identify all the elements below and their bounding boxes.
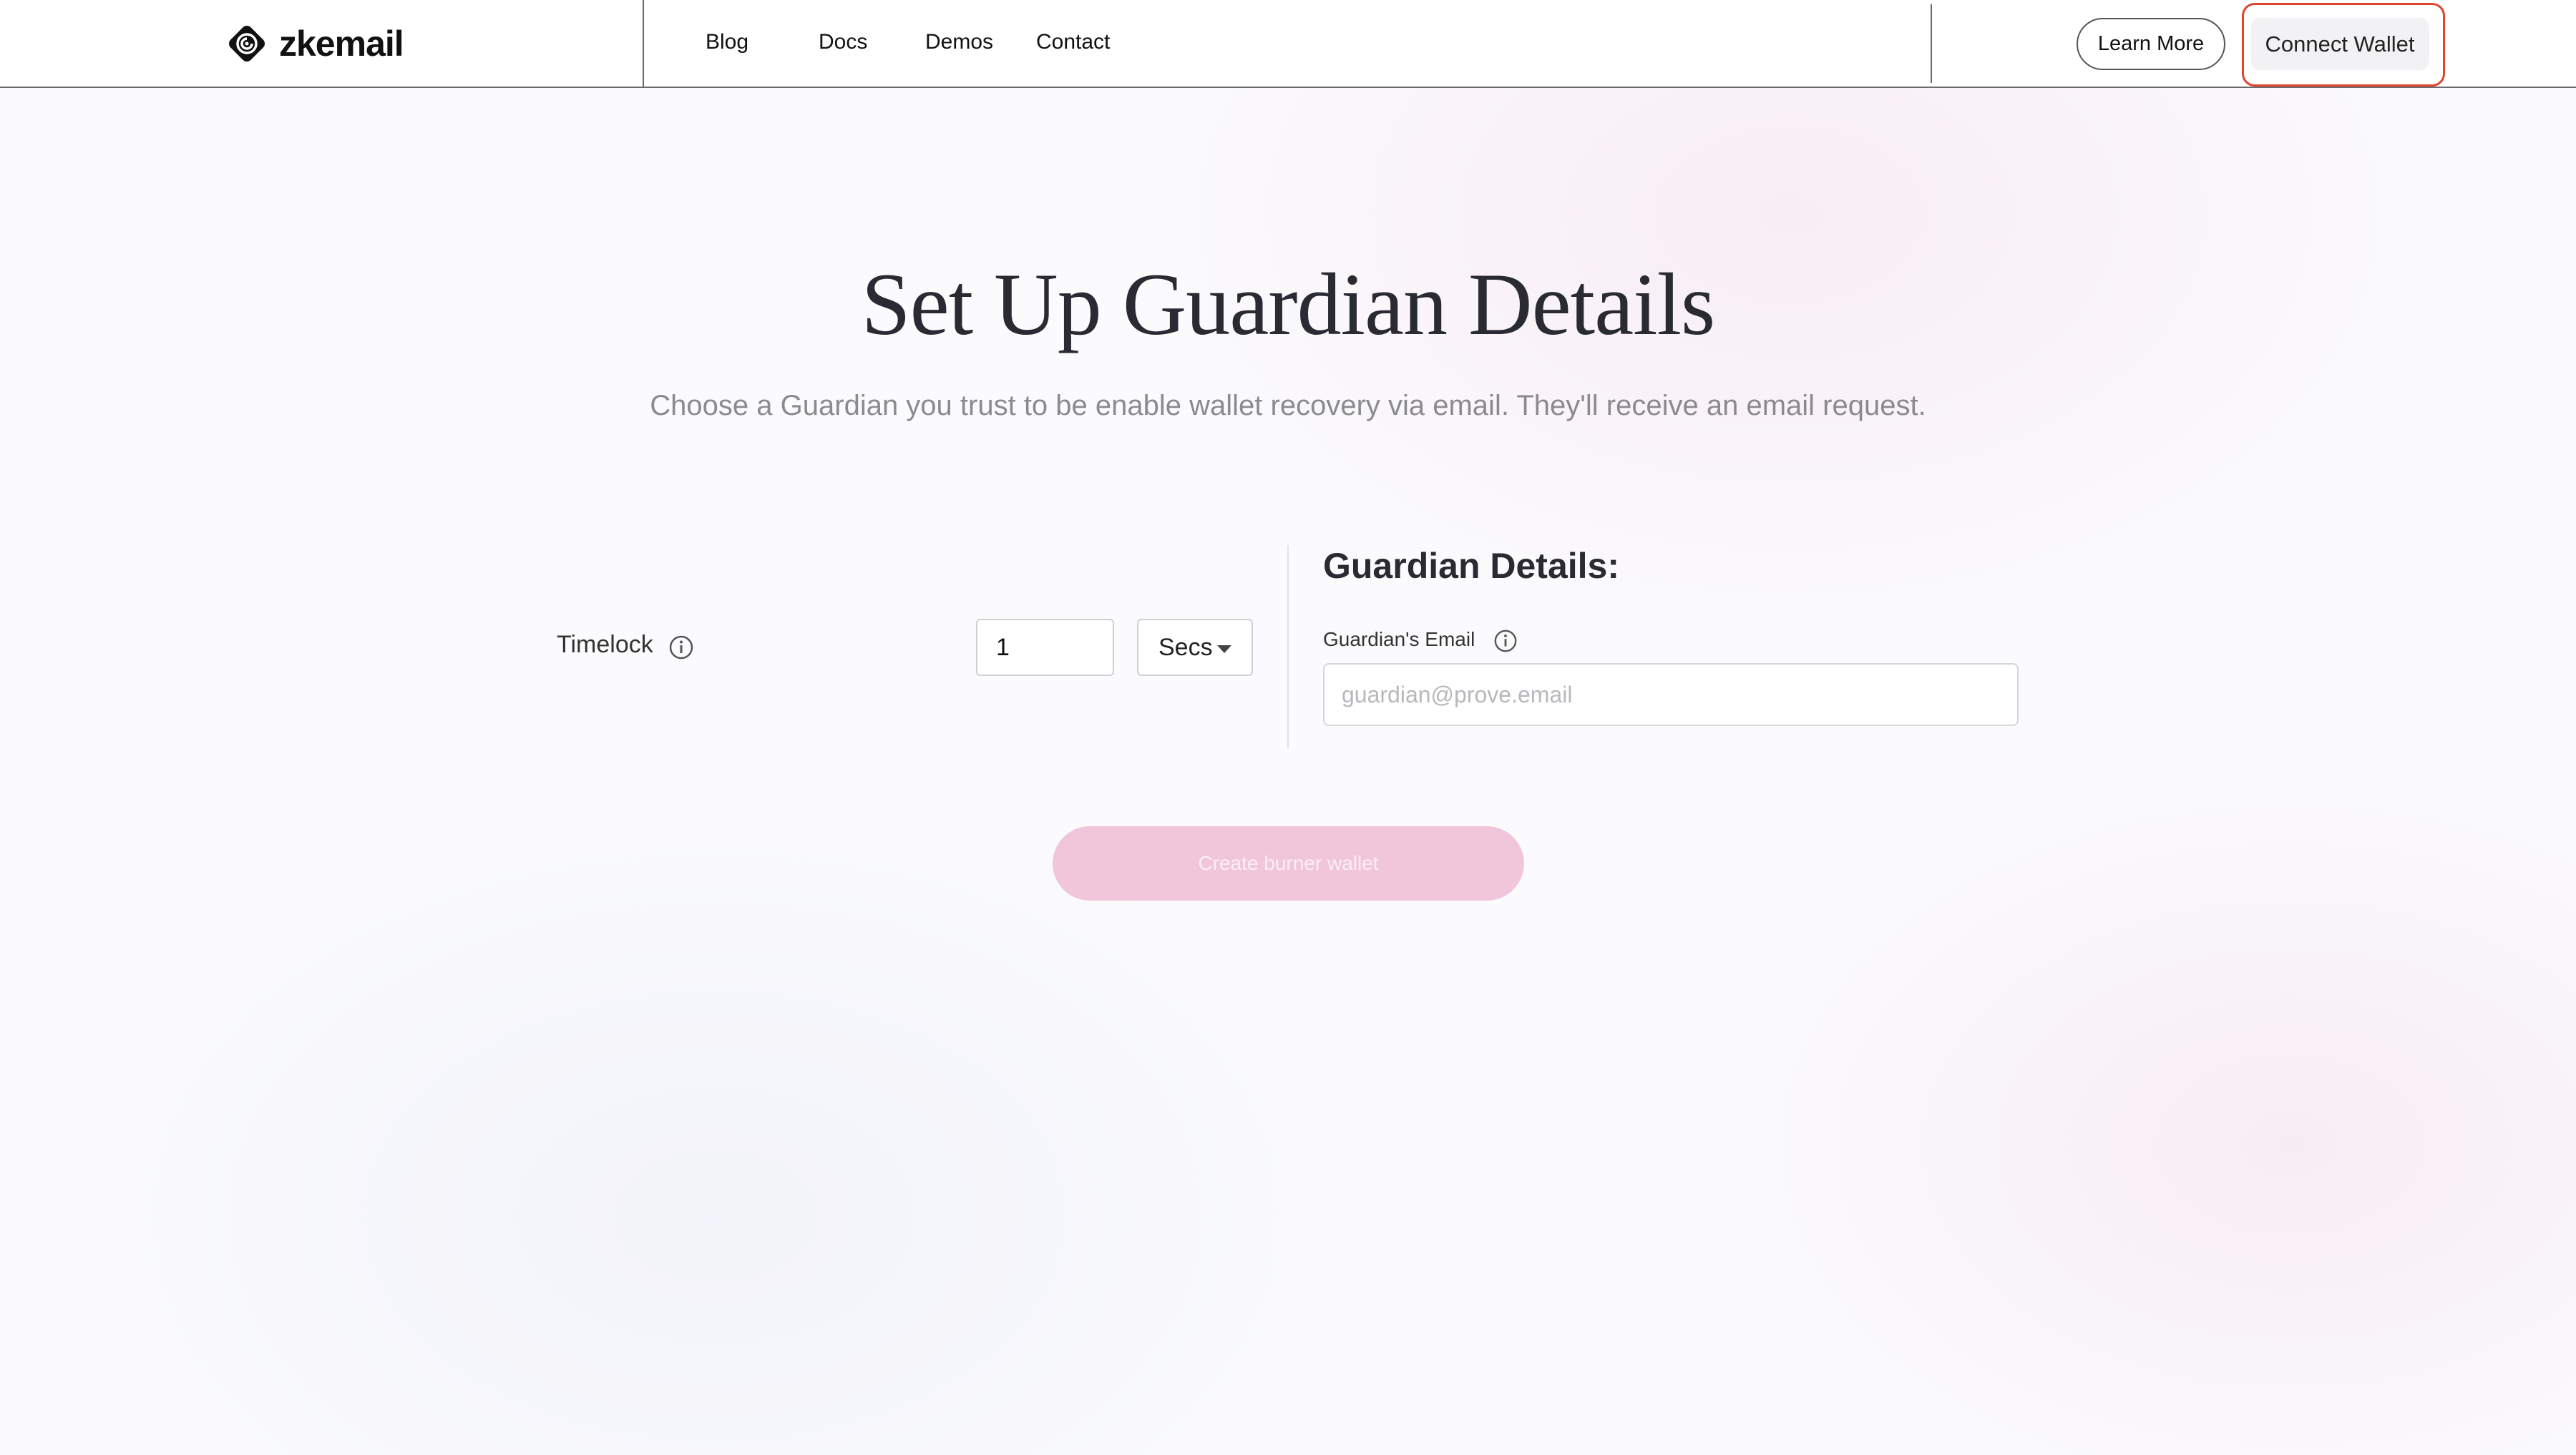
timelock-unit-select[interactable]: Secs <box>1137 619 1253 676</box>
nav-link-blog[interactable]: Blog <box>706 30 748 54</box>
form-divider <box>1287 545 1289 748</box>
timelock-value-input[interactable] <box>976 619 1114 676</box>
page-subtitle: Choose a Guardian you trust to be enable… <box>650 390 1926 421</box>
guardian-email-info-icon[interactable] <box>1493 629 1518 653</box>
timelock-unit-value: Secs <box>1158 633 1213 661</box>
create-burner-wallet-button[interactable]: Create burner wallet <box>1053 826 1524 901</box>
timelock-info-icon[interactable] <box>668 635 694 660</box>
connect-wallet-button[interactable]: Connect Wallet <box>2250 18 2429 70</box>
navbar-divider-right <box>1931 4 1932 83</box>
learn-more-button[interactable]: Learn More <box>2077 18 2225 70</box>
timelock-label: Timelock <box>557 631 653 658</box>
brand-name: zkemail <box>279 24 404 64</box>
navbar-divider-left <box>643 0 644 87</box>
guardian-details-heading: Guardian Details: <box>1323 546 1619 586</box>
nav-link-contact[interactable]: Contact <box>1036 30 1110 54</box>
top-navbar: zkemail Blog Docs Demos Contact Learn Mo… <box>0 0 2576 88</box>
zkemail-logo-icon <box>229 26 265 62</box>
guardian-email-input[interactable] <box>1323 663 2019 726</box>
nav-link-docs[interactable]: Docs <box>819 30 867 54</box>
nav-link-demos[interactable]: Demos <box>925 30 993 54</box>
page-title: Set Up Guardian Details <box>861 255 1716 353</box>
brand-logo[interactable]: zkemail <box>225 21 404 66</box>
guardian-email-label: Guardian's Email <box>1323 628 1475 650</box>
chevron-down-icon <box>1217 645 1231 653</box>
